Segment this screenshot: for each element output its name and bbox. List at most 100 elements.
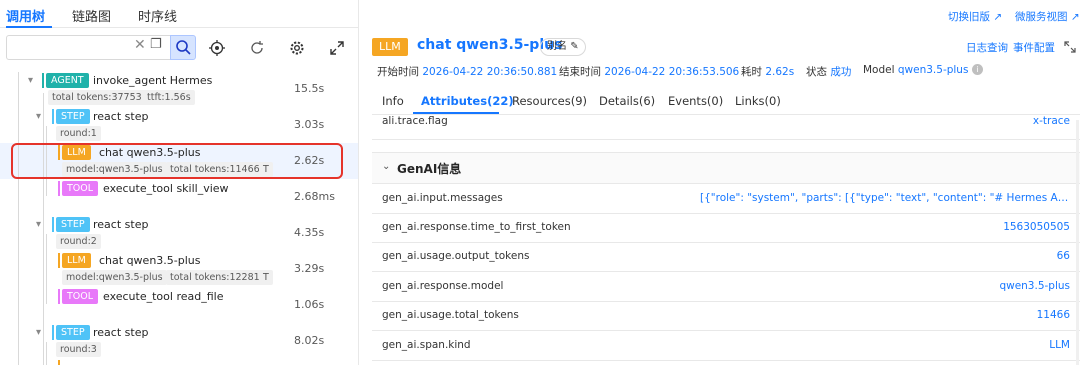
tab-info[interactable]: Info: [382, 94, 404, 108]
attribute-row: gen_ai.response.model qwen3.5-plus: [372, 272, 1080, 302]
attribute-row: gen_ai.response.time_to_first_token 1563…: [372, 213, 1080, 243]
section-header[interactable]: [372, 152, 1080, 184]
tokens-chip: total tokens:12281: [166, 270, 264, 285]
tab-links[interactable]: Links(0): [735, 94, 781, 108]
span-type-tag: LLM: [372, 38, 408, 56]
attribute-value[interactable]: qwen3.5-plus: [999, 280, 1070, 292]
panel-divider[interactable]: [358, 0, 359, 365]
attribute-row: gen_ai.usage.output_tokens 66: [372, 242, 1080, 272]
tag-accent: [42, 73, 44, 88]
meta-value: 2026-04-22 20:36:50.881: [422, 66, 558, 78]
tab-timeline[interactable]: 时序线: [138, 6, 177, 25]
tree-guide-line: [18, 72, 19, 365]
start-time: 开始时间 2026-04-22 20:36:50.881: [377, 64, 557, 79]
attribute-key: gen_ai.response.time_to_first_token: [382, 221, 571, 233]
duration-meta: 耗时 2.62s: [741, 64, 794, 79]
link-label: 微服务视图: [1015, 11, 1068, 23]
tab-events[interactable]: Events(0): [668, 94, 723, 108]
link-label: 切换旧版: [948, 11, 990, 23]
attribute-value[interactable]: 11466: [1037, 309, 1070, 321]
chevron-down-icon[interactable]: ▾: [36, 111, 41, 122]
search-button[interactable]: [170, 35, 196, 60]
meta-label: 状态: [806, 66, 827, 78]
ttft-chip: ttft:1.56s: [143, 90, 195, 105]
meta-value: 成功: [830, 66, 852, 78]
tag-accent: [52, 217, 54, 232]
attribute-key: ali.trace.flag: [382, 115, 448, 127]
switch-old-version-link[interactable]: 切换旧版 ↗: [948, 9, 1002, 24]
chevron-down-icon[interactable]: ▾: [28, 75, 33, 86]
clear-icon[interactable]: ✕: [134, 37, 146, 53]
agent-tag: AGENT: [46, 73, 89, 88]
attribute-value[interactable]: LLM: [1049, 339, 1070, 351]
tree-guide-line: [43, 93, 44, 365]
expand-icon[interactable]: [329, 40, 345, 56]
log-query-link[interactable]: 日志查询: [966, 40, 1008, 55]
chevron-down-icon[interactable]: ▾: [36, 219, 41, 230]
event-config-link[interactable]: 事件配置: [1013, 40, 1055, 55]
tokens-chip: total tokens:37753: [48, 90, 146, 105]
refresh-icon[interactable]: [249, 40, 265, 56]
node-name: invoke_agent Hermes: [93, 74, 213, 87]
node-name: react step: [93, 110, 149, 123]
alias-label: 别名: [547, 41, 567, 52]
view-tabs: 调用树 链路图 时序线: [0, 0, 358, 28]
duration: 1.06s: [294, 298, 325, 311]
meta-label: Model: [863, 64, 895, 76]
chevron-down-icon[interactable]: ⌄: [382, 161, 390, 172]
collapse-icon[interactable]: [1064, 41, 1076, 53]
tab-details[interactable]: Details(6): [599, 94, 655, 108]
step-tag: STEP: [56, 325, 90, 340]
attribute-value[interactable]: x-trace: [1033, 115, 1070, 127]
chevron-down-icon[interactable]: ▾: [36, 327, 41, 338]
status-meta: 状态 成功: [806, 64, 851, 79]
node-name: execute_tool read_file: [103, 290, 224, 303]
attribute-value[interactable]: 66: [1057, 250, 1070, 262]
duration: 3.29s: [294, 262, 325, 275]
attribute-value[interactable]: [{"role": "system", "parts": [{"type": "…: [700, 192, 1070, 204]
locate-icon[interactable]: [209, 40, 225, 56]
copy-icon[interactable]: ❐: [150, 37, 162, 52]
meta-label: 开始时间: [377, 66, 419, 78]
round-chip: round:2: [56, 234, 101, 249]
node-name: chat qwen3.5-plus: [99, 254, 201, 267]
tag-accent: [52, 325, 54, 340]
gear-icon[interactable]: [289, 40, 305, 56]
attribute-key: gen_ai.usage.output_tokens: [382, 250, 530, 262]
duration: 4.35s: [294, 226, 325, 239]
external-link-icon: ↗: [993, 11, 1003, 23]
edit-icon: ✎: [570, 41, 579, 52]
search-input[interactable]: [6, 35, 195, 60]
tool-tag: TOOL: [62, 181, 99, 196]
node-name: execute_tool skill_view: [103, 182, 229, 195]
meta-value: 2026-04-22 20:36:53.506: [604, 66, 740, 78]
model-meta: Model qwen3.5-plus: [863, 64, 968, 76]
node-name: react step: [93, 218, 149, 231]
selection-highlight: [11, 143, 343, 179]
tab-attributes[interactable]: Attributes(22): [421, 94, 514, 108]
alias-button[interactable]: 别名 ✎: [540, 38, 586, 56]
end-time: 结束时间 2026-04-22 20:36:53.506: [559, 64, 739, 79]
tab-call-tree[interactable]: 调用树: [6, 6, 45, 25]
active-tab-indicator: [6, 26, 52, 28]
model-chip: model:qwen3.5-plus: [62, 270, 167, 285]
tag-accent: [52, 109, 54, 124]
tree-guide-line: [46, 234, 47, 304]
info-icon[interactable]: i: [972, 64, 983, 75]
meta-label: 结束时间: [559, 66, 601, 78]
scrollbar[interactable]: [1076, 120, 1079, 365]
tab-resources[interactable]: Resources(9): [512, 94, 587, 108]
duration: 3.03s: [294, 118, 325, 131]
tree-guide-line: [46, 342, 47, 365]
section-title: GenAI信息: [397, 162, 462, 176]
search-icon: [176, 40, 191, 55]
attribute-value[interactable]: 1563050505: [1003, 221, 1070, 233]
meta-label: 耗时: [741, 66, 762, 78]
tool-tag: TOOL: [62, 289, 99, 304]
external-link-icon: ↗: [1070, 11, 1080, 23]
tab-link-graph[interactable]: 链路图: [72, 6, 111, 25]
attribute-key: gen_ai.span.kind: [382, 339, 471, 351]
microservice-view-link[interactable]: 微服务视图 ↗: [1015, 9, 1080, 24]
tag-accent: [58, 181, 60, 196]
step-tag: STEP: [56, 109, 90, 124]
